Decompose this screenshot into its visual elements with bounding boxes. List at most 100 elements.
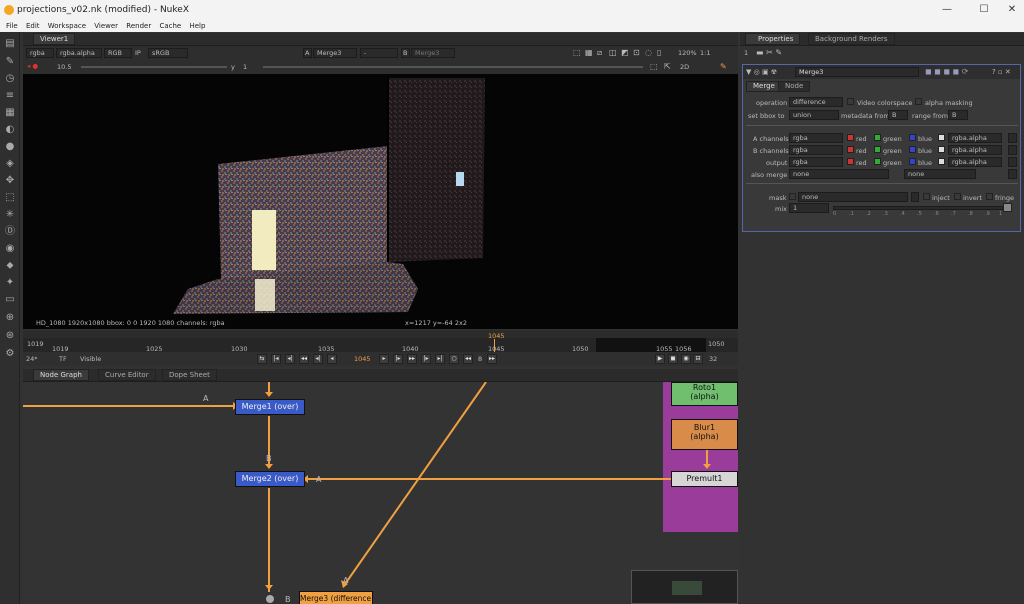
- roto1-node[interactable]: Roto1 (alpha): [671, 382, 738, 406]
- close-button[interactable]: ✕: [1002, 4, 1022, 15]
- ofx-tool-icon[interactable]: ⊛: [4, 330, 16, 342]
- step-forward-icon[interactable]: ▸▸: [407, 354, 417, 364]
- out-alpha-select[interactable]: rgba.alpha: [948, 157, 1002, 167]
- b-blue-checkbox[interactable]: [909, 146, 916, 153]
- b-alpha-select[interactable]: rgba.alpha: [948, 145, 1002, 155]
- play-icon[interactable]: ▸: [379, 354, 389, 364]
- alpha-masking-checkbox[interactable]: [915, 98, 922, 105]
- lut-icon[interactable]: ◩: [621, 48, 629, 57]
- tab-properties[interactable]: Properties: [745, 33, 801, 45]
- out-red-checkbox[interactable]: [847, 158, 854, 165]
- out-blue-checkbox[interactable]: [909, 158, 916, 165]
- inject-checkbox[interactable]: [923, 193, 930, 200]
- visible-select[interactable]: Visible: [80, 355, 101, 363]
- a-alpha-select[interactable]: rgba.alpha: [948, 133, 1002, 143]
- tab-node[interactable]: Node: [778, 81, 811, 92]
- a-alpha-checkbox[interactable]: [938, 134, 945, 141]
- viewer-canvas[interactable]: [23, 74, 738, 317]
- a-channels-select[interactable]: rgba: [789, 133, 843, 143]
- other-tool-icon[interactable]: ▭: [4, 294, 16, 306]
- image-tool-icon[interactable]: ▤: [4, 38, 16, 50]
- tf-select[interactable]: TF: [59, 355, 67, 363]
- sync-icon[interactable]: ○: [449, 354, 459, 364]
- loop-icon[interactable]: ⇆: [257, 354, 267, 364]
- mix-slider-handle[interactable]: [1003, 203, 1012, 212]
- a-blue-checkbox[interactable]: [909, 134, 916, 141]
- gamma-slider[interactable]: [263, 66, 643, 68]
- input-a-select[interactable]: Merge3: [313, 48, 357, 58]
- menu-file[interactable]: File: [6, 22, 18, 30]
- tab-background-renders[interactable]: Background Renders: [808, 33, 895, 45]
- metadata-tool-icon[interactable]: ⬥: [4, 260, 16, 272]
- keyer-tool-icon[interactable]: ●: [4, 141, 16, 153]
- channels-select[interactable]: rgba: [26, 48, 54, 58]
- lock-panel-icon[interactable]: ▬ ✂ ✎: [756, 48, 782, 57]
- step-count[interactable]: 8: [478, 355, 482, 363]
- mix-slider[interactable]: [833, 206, 1003, 210]
- step-back-n-icon[interactable]: ◂◂: [463, 354, 473, 364]
- ratio-select[interactable]: 1:1: [700, 49, 710, 57]
- collapse-icon[interactable]: ▼ ◎ ▣ ☢: [746, 68, 777, 76]
- color-tool-icon[interactable]: ▦: [4, 107, 16, 119]
- input-b-select[interactable]: Merge3: [411, 48, 455, 58]
- next-key-icon[interactable]: |▸: [421, 354, 431, 364]
- node-color-icon[interactable]: ◼ ◼ ◼ ◼ ⟳: [925, 67, 968, 76]
- particles-tool-icon[interactable]: ✳: [4, 209, 16, 221]
- fps-select[interactable]: 24*: [26, 355, 38, 363]
- crop-icon[interactable]: ⬚: [650, 62, 658, 71]
- a-green-checkbox[interactable]: [874, 134, 881, 141]
- tab-merge[interactable]: Merge: [746, 81, 782, 92]
- also-merge-select[interactable]: none: [789, 169, 889, 179]
- checker-icon[interactable]: ▦: [585, 48, 593, 57]
- colorspace-select[interactable]: sRGB: [148, 48, 188, 58]
- out-green-checkbox[interactable]: [874, 158, 881, 165]
- transform-icon[interactable]: ⇱: [664, 62, 671, 71]
- playhead[interactable]: [494, 339, 495, 352]
- next-frame-icon[interactable]: |▸: [393, 354, 403, 364]
- also-merge-link-button[interactable]: [1008, 169, 1017, 179]
- clip-icon[interactable]: ⧄: [597, 48, 602, 58]
- end-frame[interactable]: 1050: [708, 340, 725, 348]
- channel-tool-icon[interactable]: ≡: [4, 90, 16, 102]
- tab-viewer1[interactable]: Viewer1: [33, 33, 76, 45]
- audio-icon[interactable]: ⊟: [693, 354, 703, 364]
- frame-field[interactable]: 1045: [354, 355, 371, 363]
- out-alpha-checkbox[interactable]: [938, 158, 945, 165]
- help-icon[interactable]: ? ▫ ✕: [992, 68, 1011, 76]
- zoom-select[interactable]: 120%: [678, 49, 697, 57]
- step-back-icon[interactable]: ◂◂: [299, 354, 309, 364]
- mask-checkbox[interactable]: [789, 193, 796, 200]
- also-merge-select-2[interactable]: none: [904, 169, 976, 179]
- view-mode-select[interactable]: 2D: [680, 63, 689, 71]
- gain-slider[interactable]: [81, 66, 227, 68]
- pause-icon[interactable]: ◌: [645, 48, 652, 57]
- step-forward-n-icon[interactable]: ▸▸: [487, 354, 497, 364]
- rgb-select[interactable]: RGB: [104, 48, 132, 58]
- maximize-button[interactable]: ☐: [974, 4, 994, 15]
- timeline[interactable]: 1019 1050 1019 1025 1030 1035 1040 1045 …: [23, 330, 738, 354]
- settings-tool-icon[interactable]: ⚙: [4, 348, 16, 360]
- bbox-select[interactable]: union: [789, 110, 839, 120]
- ip-button[interactable]: IP: [135, 49, 141, 57]
- out-link-button[interactable]: [1008, 157, 1017, 167]
- graph-navigator[interactable]: [631, 570, 738, 604]
- b-channels-select[interactable]: rgba: [789, 145, 843, 155]
- range-select[interactable]: B: [948, 110, 968, 120]
- lock-icon[interactable]: ⊡: [633, 48, 640, 57]
- output-select[interactable]: rgba: [789, 157, 843, 167]
- deep-tool-icon[interactable]: Ⓓ: [4, 226, 16, 238]
- b-green-checkbox[interactable]: [874, 146, 881, 153]
- mix-field[interactable]: 1: [789, 203, 829, 213]
- video-colorspace-checkbox[interactable]: [847, 98, 854, 105]
- play-back-icon[interactable]: ◂: [327, 354, 337, 364]
- start-frame[interactable]: 1019: [27, 340, 44, 348]
- minimize-button[interactable]: —: [937, 4, 957, 15]
- fstop-icon[interactable]: ◂ ●: [27, 62, 38, 70]
- metadata-select[interactable]: B: [888, 110, 908, 120]
- fringe-checkbox[interactable]: [986, 193, 993, 200]
- alpha-select[interactable]: rgba.alpha: [56, 48, 102, 58]
- first-frame-icon[interactable]: |◂: [271, 354, 281, 364]
- node-name-field[interactable]: Merge3: [795, 67, 919, 77]
- menu-cache[interactable]: Cache: [159, 22, 181, 30]
- lock-range-icon[interactable]: ◉: [681, 354, 691, 364]
